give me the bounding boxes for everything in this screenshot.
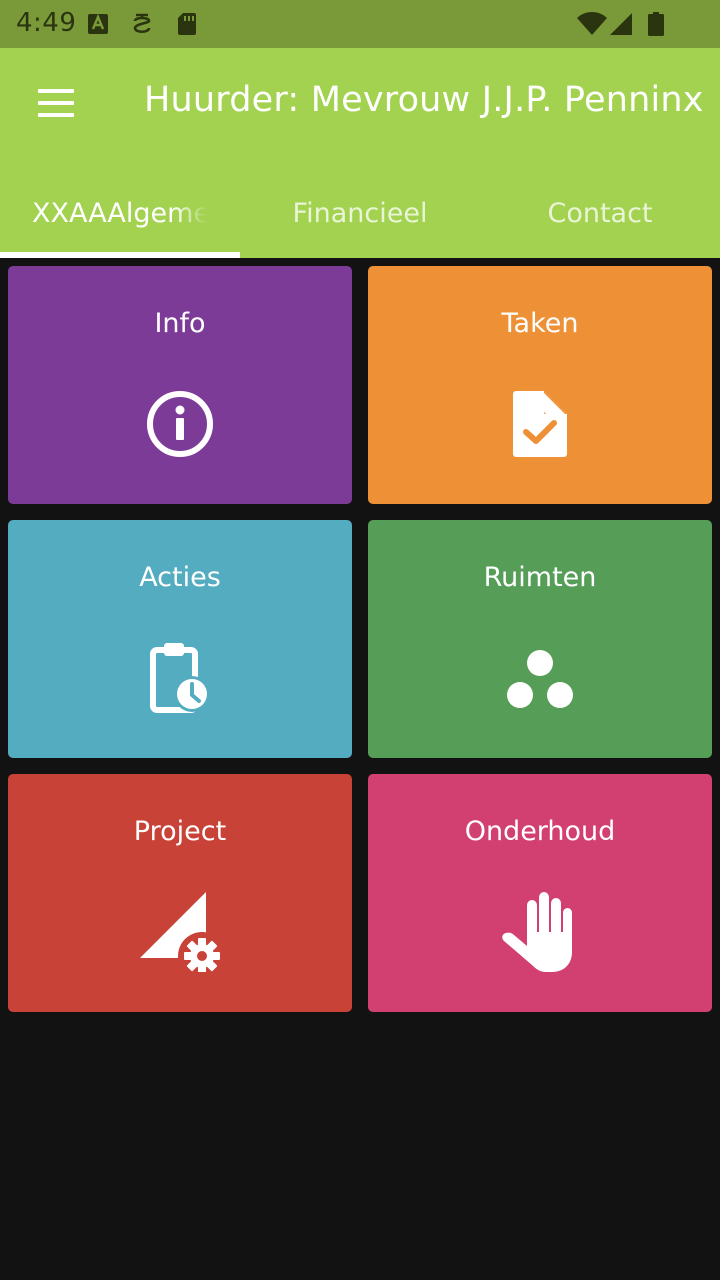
sd-card-icon xyxy=(178,13,196,35)
tile-label: Taken xyxy=(501,308,579,339)
hamburger-menu-icon[interactable] xyxy=(26,80,86,128)
status-time: 4:49 xyxy=(16,8,77,38)
battery-icon xyxy=(648,12,664,36)
status-bar: 4:49 xyxy=(0,0,720,48)
tile-onderhoud[interactable]: Onderhoud xyxy=(368,774,712,1012)
tile-label: Ruimten xyxy=(483,562,597,593)
tile-acties[interactable]: Acties xyxy=(8,520,352,758)
three-dots-icon xyxy=(507,650,573,708)
hand-stop-icon xyxy=(502,892,572,972)
tab-financieel[interactable]: Financieel xyxy=(240,168,480,258)
text-a-notification-icon xyxy=(88,13,108,34)
tile-taken[interactable]: Taken xyxy=(368,266,712,504)
cell-signal-icon xyxy=(610,13,632,35)
wifi-icon xyxy=(577,12,607,35)
clipboard-clock-icon xyxy=(150,643,210,713)
tab-label: Contact xyxy=(547,197,653,229)
tab-bar: XXAAAlgemeen Financieel Contact xyxy=(0,168,720,258)
tile-label: Acties xyxy=(139,562,221,593)
tab-label: Financieel xyxy=(292,197,428,229)
file-check-icon xyxy=(513,391,567,457)
tile-label: Info xyxy=(154,308,206,339)
tile-project[interactable]: Project xyxy=(8,774,352,1012)
triangle-gear-icon xyxy=(140,892,220,972)
tile-info[interactable]: Info xyxy=(8,266,352,504)
tile-label: Project xyxy=(133,816,227,847)
app-bar: Huurder: Mevrouw J.J.P. Penninx XXAAAlge… xyxy=(0,48,720,258)
tab-algemeen[interactable]: XXAAAlgemeen xyxy=(0,168,240,258)
tab-contact[interactable]: Contact xyxy=(480,168,720,258)
tile-ruimten[interactable]: Ruimten xyxy=(368,520,712,758)
page-title: Huurder: Mevrouw J.J.P. Penninx xyxy=(144,80,704,120)
tab-label: XXAAAlgemeen xyxy=(32,197,208,229)
debug-bracket-icon xyxy=(133,13,151,34)
tab-indicator xyxy=(0,252,240,258)
tile-label: Onderhoud xyxy=(464,816,616,847)
info-circle-icon xyxy=(147,391,213,457)
